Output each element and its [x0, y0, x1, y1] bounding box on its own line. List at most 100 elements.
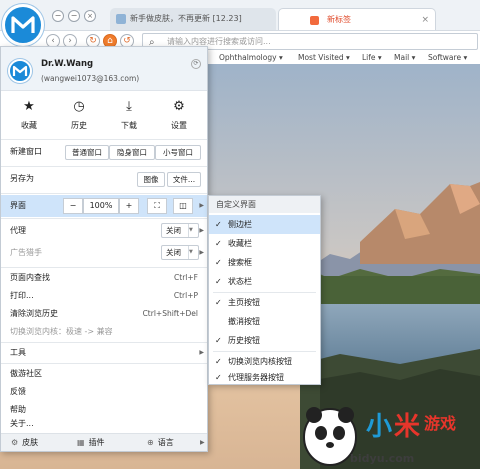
zoom-level: 100%	[83, 198, 119, 214]
small-window-button[interactable]: 小号窗口	[155, 145, 201, 160]
close-window-button[interactable]: ×	[84, 10, 96, 22]
submenu-arrow-icon: ▶	[199, 227, 204, 234]
bookmark-most-visited[interactable]: Most Visited ▾	[298, 52, 350, 64]
avatar	[8, 59, 32, 83]
language-button[interactable]: ⊕ 语言	[147, 434, 174, 452]
maxthon-logo-icon	[11, 16, 35, 33]
watermark-url: bidyu.com	[350, 452, 415, 465]
toggle-status-bar[interactable]: ✓ 状态栏	[209, 272, 320, 291]
fullscreen-icon[interactable]: ⛶	[147, 198, 167, 214]
skin-icon: ⚙	[11, 438, 19, 447]
divider	[1, 218, 207, 219]
save-file-button[interactable]: 文件...	[167, 172, 201, 187]
favorites-button[interactable]: ★ 收藏	[5, 99, 53, 131]
menu-item-about[interactable]: 关于...	[1, 415, 207, 433]
save-as-label: 另存为	[10, 174, 34, 183]
svg-text:小: 小	[366, 412, 392, 442]
tab-favicon-icon	[116, 14, 126, 24]
new-window-label: 新建窗口	[10, 147, 42, 156]
toggle-sidebar[interactable]: ✓ 侧边栏	[209, 215, 320, 234]
submenu-title: 自定义界面	[209, 196, 320, 213]
adblock-row[interactable]: 广告猎手 关闭 ▼ ▶	[1, 242, 207, 264]
bookmark-ophthalmology[interactable]: Ophthalmology ▾	[219, 52, 283, 64]
sync-icon[interactable]: ⟳	[191, 59, 201, 69]
toggle-home-button[interactable]: ✓ 主页按钮	[209, 293, 320, 312]
svg-text:游戏: 游戏	[424, 414, 456, 433]
star-icon: ★	[23, 99, 35, 114]
submenu-arrow-icon: ▶	[199, 249, 204, 256]
plugin-icon: ▦	[77, 438, 85, 447]
save-image-button[interactable]: 图像	[137, 172, 165, 187]
maxthon-logo-icon	[12, 65, 28, 76]
toggle-history-button[interactable]: ✓ 历史按钮	[209, 331, 320, 350]
split-screen-icon[interactable]: ◫	[173, 198, 193, 214]
chevron-down-icon: ▼	[188, 224, 198, 237]
skin-button[interactable]: ⚙ 皮肤	[11, 434, 38, 452]
divider	[1, 139, 207, 140]
download-icon: ⤓	[126, 99, 132, 114]
main-menu: Dr.W.Wang (wangwei1073@163.com) ⟳ ★ 收藏 ◷…	[0, 46, 208, 452]
bookmarks-bar: Ophthalmology ▾ Most Visited ▾ Life ▾ Ma…	[207, 52, 480, 64]
divider	[1, 363, 207, 364]
new-window-row: 新建窗口 普通窗口 隐身窗口 小号窗口	[1, 141, 207, 163]
divider	[1, 193, 207, 194]
address-placeholder: 请输入内容进行搜索或访问...	[167, 37, 271, 46]
proxy-select[interactable]: 关闭 ▼	[161, 223, 199, 238]
tab-skin-post[interactable]: 新手做皮肤，不再更新 [12.23]	[110, 8, 276, 30]
minimize-button[interactable]: −	[68, 10, 80, 22]
tab-new[interactable]: 新标签 ×	[278, 8, 436, 30]
interface-label: 界面	[10, 201, 26, 210]
menu-footer: ⚙ 皮肤 ▦ 插件 ⊕ 语言 ▶	[1, 433, 207, 451]
bookmark-life[interactable]: Life ▾	[362, 52, 382, 64]
zoom-out-button[interactable]: −	[63, 198, 83, 214]
toggle-favorites-bar[interactable]: ✓ 收藏栏	[209, 234, 320, 253]
tab-title: 新手做皮肤，不再更新 [12.23]	[130, 14, 242, 23]
downloads-button[interactable]: ⤓ 下载	[105, 99, 153, 131]
tab-close-icon[interactable]: ×	[421, 9, 429, 30]
user-email: (wangwei1073@163.com)	[41, 74, 140, 83]
save-as-row: 另存为 图像 文件...	[1, 168, 207, 190]
normal-window-button[interactable]: 普通窗口	[65, 145, 109, 160]
adblock-select[interactable]: 关闭 ▼	[161, 245, 199, 260]
check-icon: ✓	[215, 373, 222, 382]
check-icon: ✓	[215, 220, 222, 229]
check-icon: ✓	[215, 298, 222, 307]
proxy-row[interactable]: 代理 关闭 ▼ ▶	[1, 220, 207, 242]
adblock-label: 广告猎手	[10, 248, 42, 257]
menu-item-clear-history[interactable]: 清除浏览历史 Ctrl+Shift+Del	[1, 305, 207, 323]
menu-item-community[interactable]: 傲游社区	[1, 365, 207, 383]
zoom-in-button[interactable]: +	[119, 198, 139, 214]
check-icon: ✓	[215, 336, 222, 345]
check-icon: ✓	[215, 239, 222, 248]
proxy-label: 代理	[10, 226, 26, 235]
bookmark-mail[interactable]: Mail ▾	[394, 52, 415, 64]
interface-row[interactable]: 界面 − 100% + ⛶ ◫ ▶	[1, 195, 207, 217]
gear-icon: ⚙	[173, 99, 185, 114]
menu-item-find[interactable]: 页面内查找 Ctrl+F	[1, 269, 207, 287]
toggle-proxy-button[interactable]: ✓ 代理服务器按钮	[209, 368, 320, 387]
toggle-search-box[interactable]: ✓ 搜索框	[209, 253, 320, 272]
check-icon: ✓	[215, 258, 222, 267]
user-panel[interactable]: Dr.W.Wang (wangwei1073@163.com) ⟳	[1, 47, 207, 91]
menu-item-tools[interactable]: 工具 ▶	[1, 344, 207, 362]
toggle-undo-button[interactable]: 撤消按钮	[209, 312, 320, 331]
history-button[interactable]: ◷ 历史	[55, 99, 103, 131]
clock-icon: ◷	[73, 99, 85, 114]
chevron-down-icon: ▼	[188, 246, 198, 259]
settings-button[interactable]: ⚙ 设置	[155, 99, 203, 131]
check-icon: ✓	[215, 277, 222, 286]
customize-interface-submenu: 自定义界面 ✓ 侧边栏 ✓ 收藏栏 ✓ 搜索框 ✓ 状态栏 ✓ 主页按钮 撤消按…	[208, 195, 321, 385]
plugin-button[interactable]: ▦ 插件	[77, 434, 105, 452]
submenu-arrow-icon: ▶	[200, 439, 205, 446]
submenu-arrow-icon: ▶	[199, 349, 204, 356]
private-window-button[interactable]: 隐身窗口	[109, 145, 155, 160]
new-tab-favicon-icon	[310, 16, 319, 25]
maxthon-logo-button[interactable]	[2, 4, 44, 46]
menu-item-feedback[interactable]: 反馈	[1, 383, 207, 401]
menu-item-print[interactable]: 打印... Ctrl+P	[1, 287, 207, 305]
submenu-arrow-icon: ▶	[199, 202, 204, 209]
bookmark-software[interactable]: Software ▾	[428, 52, 467, 64]
tab-title: 新标签	[327, 15, 351, 24]
menu-icon[interactable]: −	[52, 10, 64, 22]
divider	[1, 267, 207, 268]
